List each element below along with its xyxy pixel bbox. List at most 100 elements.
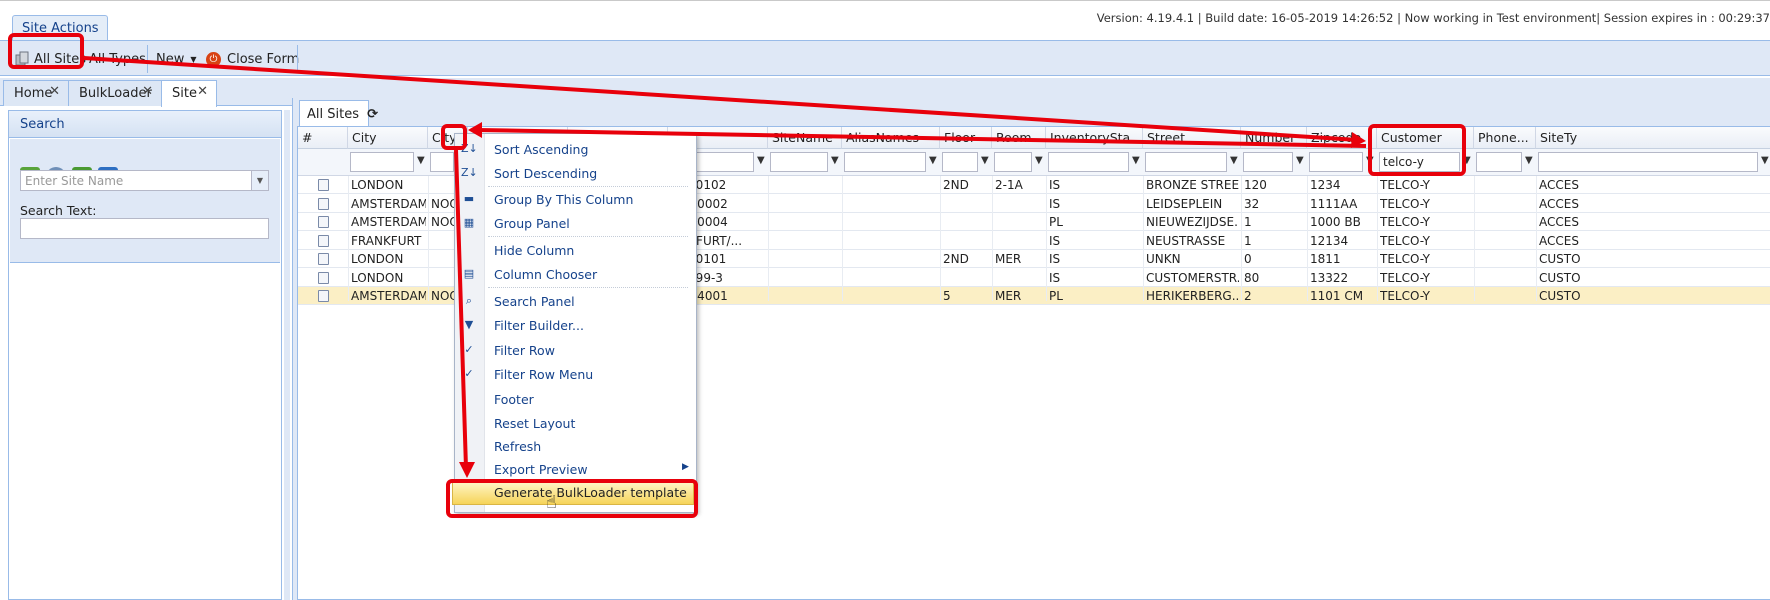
customer-filter-input[interactable]: telco-y xyxy=(1379,152,1460,172)
close-icon[interactable]: ✕ xyxy=(49,84,60,99)
menu-item-export-preview[interactable]: Export Preview xyxy=(494,462,588,477)
filter-icon[interactable]: ▼ xyxy=(1296,155,1304,166)
filter-input[interactable] xyxy=(430,152,454,172)
column-header[interactable]: City xyxy=(348,127,428,149)
menu-separator xyxy=(488,236,688,237)
cell-street: UNKN xyxy=(1146,252,1181,266)
tab-site[interactable]: Site ✕ xyxy=(161,80,217,107)
edit-icon[interactable] xyxy=(318,197,329,210)
edit-icon[interactable] xyxy=(318,234,329,247)
filter-icon[interactable]: ▼ xyxy=(1366,155,1374,166)
filter-icon[interactable]: ▼ xyxy=(981,155,989,166)
cell-zip: 1101 CM xyxy=(1310,289,1364,303)
tab-site-actions[interactable]: Site Actions xyxy=(12,15,108,41)
menu-item-group-panel[interactable]: Group Panel xyxy=(494,216,570,231)
filter-input[interactable] xyxy=(1538,152,1758,172)
filter-input[interactable] xyxy=(994,152,1032,172)
group-panel-icon: ▦ xyxy=(463,216,475,229)
grid-line xyxy=(1536,176,1537,301)
filter-input[interactable] xyxy=(1145,152,1227,172)
grid-line xyxy=(348,176,349,301)
tab-bulkloader[interactable]: BulkLoader ✕ xyxy=(68,80,162,106)
new-button[interactable]: New ▼ xyxy=(156,47,197,71)
filter-icon[interactable]: ▼ xyxy=(1035,155,1043,166)
column-header[interactable]: AliasNames xyxy=(842,127,940,149)
filter-icon[interactable]: ▼ xyxy=(417,155,425,166)
cell-room: 2-1A xyxy=(995,178,1023,192)
column-header[interactable]: Zipcode xyxy=(1307,127,1377,149)
menu-item-column-chooser[interactable]: Column Chooser xyxy=(494,267,597,282)
cell-city: LONDON xyxy=(351,252,404,266)
cell-sitetype: ACCES xyxy=(1539,196,1579,211)
search-panel-title: Search xyxy=(9,111,281,138)
filter-icon[interactable]: ▼ xyxy=(1230,155,1238,166)
column-header[interactable]: Number xyxy=(1241,127,1307,149)
splitter[interactable] xyxy=(284,110,290,600)
edit-icon[interactable] xyxy=(318,216,329,228)
close-icon[interactable]: ✕ xyxy=(142,84,153,99)
menu-item-search-panel[interactable]: Search Panel xyxy=(494,294,575,309)
column-header[interactable]: Phone... xyxy=(1474,127,1536,149)
search-text-input[interactable] xyxy=(20,218,269,239)
filter-input[interactable] xyxy=(350,152,414,172)
menu-item-footer[interactable]: Footer xyxy=(494,392,534,407)
edit-icon[interactable] xyxy=(318,271,329,284)
filter-icon[interactable]: ▼ xyxy=(831,155,839,166)
column-header[interactable]: # xyxy=(298,127,348,149)
cell-sitetype: ACCES xyxy=(1539,215,1579,229)
chevron-down-icon[interactable]: ▼ xyxy=(251,171,268,190)
column-chooser-icon: ▤ xyxy=(463,267,475,280)
edit-icon[interactable] xyxy=(318,253,329,265)
filter-input[interactable] xyxy=(844,152,926,172)
filter-icon[interactable]: ▼ xyxy=(1132,155,1140,166)
tab-bulkloader-label: BulkLoader xyxy=(79,86,152,101)
site-name-placeholder: Enter Site Name xyxy=(25,174,124,188)
filter-icon[interactable]: ▼ xyxy=(1463,155,1471,166)
menu-item-sort-desc[interactable]: Sort Descending xyxy=(494,166,597,181)
column-header[interactable]: Floor xyxy=(940,127,992,149)
column-header[interactable]: Customer xyxy=(1377,127,1474,149)
menu-item-hide-column[interactable]: Hide Column xyxy=(494,243,574,258)
filter-input[interactable] xyxy=(1048,152,1129,172)
column-header[interactable]: SiteTy xyxy=(1536,127,1770,149)
menu-item-reset-layout[interactable]: Reset Layout xyxy=(494,416,575,431)
close-form-button[interactable]: ⏻ Close Form xyxy=(206,47,299,71)
site-name-combo[interactable]: Enter Site Name ▼ xyxy=(20,170,269,191)
cell-inv: PL xyxy=(1049,215,1063,229)
filter-input[interactable] xyxy=(1476,152,1522,172)
close-icon[interactable]: ✕ xyxy=(197,84,208,99)
menu-item-filter-row[interactable]: Filter Row xyxy=(494,343,555,358)
sites-icon xyxy=(15,51,29,66)
filter-input[interactable] xyxy=(942,152,978,172)
filter-icon[interactable]: ▼ xyxy=(757,155,765,166)
tab-home[interactable]: Home ✕ xyxy=(3,80,69,106)
filter-input[interactable] xyxy=(1243,152,1293,172)
tab-all-sites[interactable]: All Sites ⟳ xyxy=(299,100,378,126)
refresh-icon[interactable]: ⟳ xyxy=(367,107,378,122)
menu-item-filter-row-menu[interactable]: Filter Row Menu xyxy=(494,367,593,382)
filter-input[interactable] xyxy=(1309,152,1363,172)
filter-icon[interactable]: ▼ xyxy=(929,155,937,166)
column-header[interactable]: SiteName xyxy=(768,127,842,149)
all-types-button[interactable]: All Types xyxy=(89,47,146,71)
column-header[interactable]: InventorySta... xyxy=(1046,127,1143,149)
column-header[interactable]: Room xyxy=(992,127,1046,149)
check-icon: ✓ xyxy=(464,343,474,356)
filter-input[interactable] xyxy=(770,152,828,172)
menu-item-refresh[interactable]: Refresh xyxy=(494,439,541,454)
all-sites-button[interactable]: All Sites xyxy=(14,47,86,71)
filter-icon[interactable]: ▼ xyxy=(1761,155,1769,166)
tab-site-label: Site xyxy=(172,86,197,101)
filter-icon[interactable]: ▼ xyxy=(1525,155,1533,166)
cell-zip: 12134 xyxy=(1310,233,1349,248)
menu-item-filter-builder[interactable]: Filter Builder... xyxy=(494,318,584,333)
edit-icon[interactable] xyxy=(318,179,329,191)
edit-icon[interactable] xyxy=(318,290,329,302)
menu-item-generate[interactable]: Generate BulkLoader template xyxy=(494,485,687,500)
cell-sitetype: CUSTO xyxy=(1539,289,1581,303)
menu-item-sort-asc[interactable]: Sort Ascending xyxy=(494,142,588,157)
column-header[interactable]: Street xyxy=(1143,127,1241,149)
tab-home-label: Home xyxy=(14,86,53,101)
menu-separator xyxy=(488,287,688,288)
menu-item-group-by[interactable]: Group By This Column xyxy=(494,192,633,207)
